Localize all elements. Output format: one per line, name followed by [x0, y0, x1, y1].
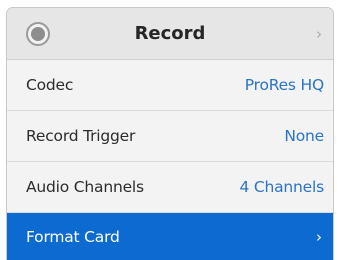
- menu-item-label: Codec: [26, 76, 74, 94]
- menu-item-audio-channels[interactable]: Audio Channels 4 Channels: [7, 162, 333, 213]
- menu-item-label: Record Trigger: [26, 127, 136, 145]
- record-header[interactable]: Record ›: [7, 8, 333, 60]
- chevron-right-icon: ›: [316, 24, 322, 43]
- menu-item-value: 4 Channels: [239, 178, 325, 196]
- menu-item-codec[interactable]: Codec ProRes HQ: [7, 60, 333, 111]
- page-title: Record: [134, 23, 206, 44]
- record-icon: [26, 21, 50, 46]
- menu-item-format-card[interactable]: Format Card ›: [7, 213, 333, 260]
- chevron-right-icon: ›: [316, 228, 322, 246]
- menu-item-value: None: [284, 127, 324, 145]
- menu-item-record-trigger[interactable]: Record Trigger None: [7, 111, 333, 162]
- menu-item-label: Format Card: [26, 228, 120, 246]
- menu-item-label: Audio Channels: [26, 178, 144, 196]
- record-settings-menu: Record › Codec ProRes HQ Record Trigger …: [6, 7, 334, 260]
- menu-item-value: ProRes HQ: [244, 76, 324, 94]
- record-icon-dot: [31, 26, 45, 41]
